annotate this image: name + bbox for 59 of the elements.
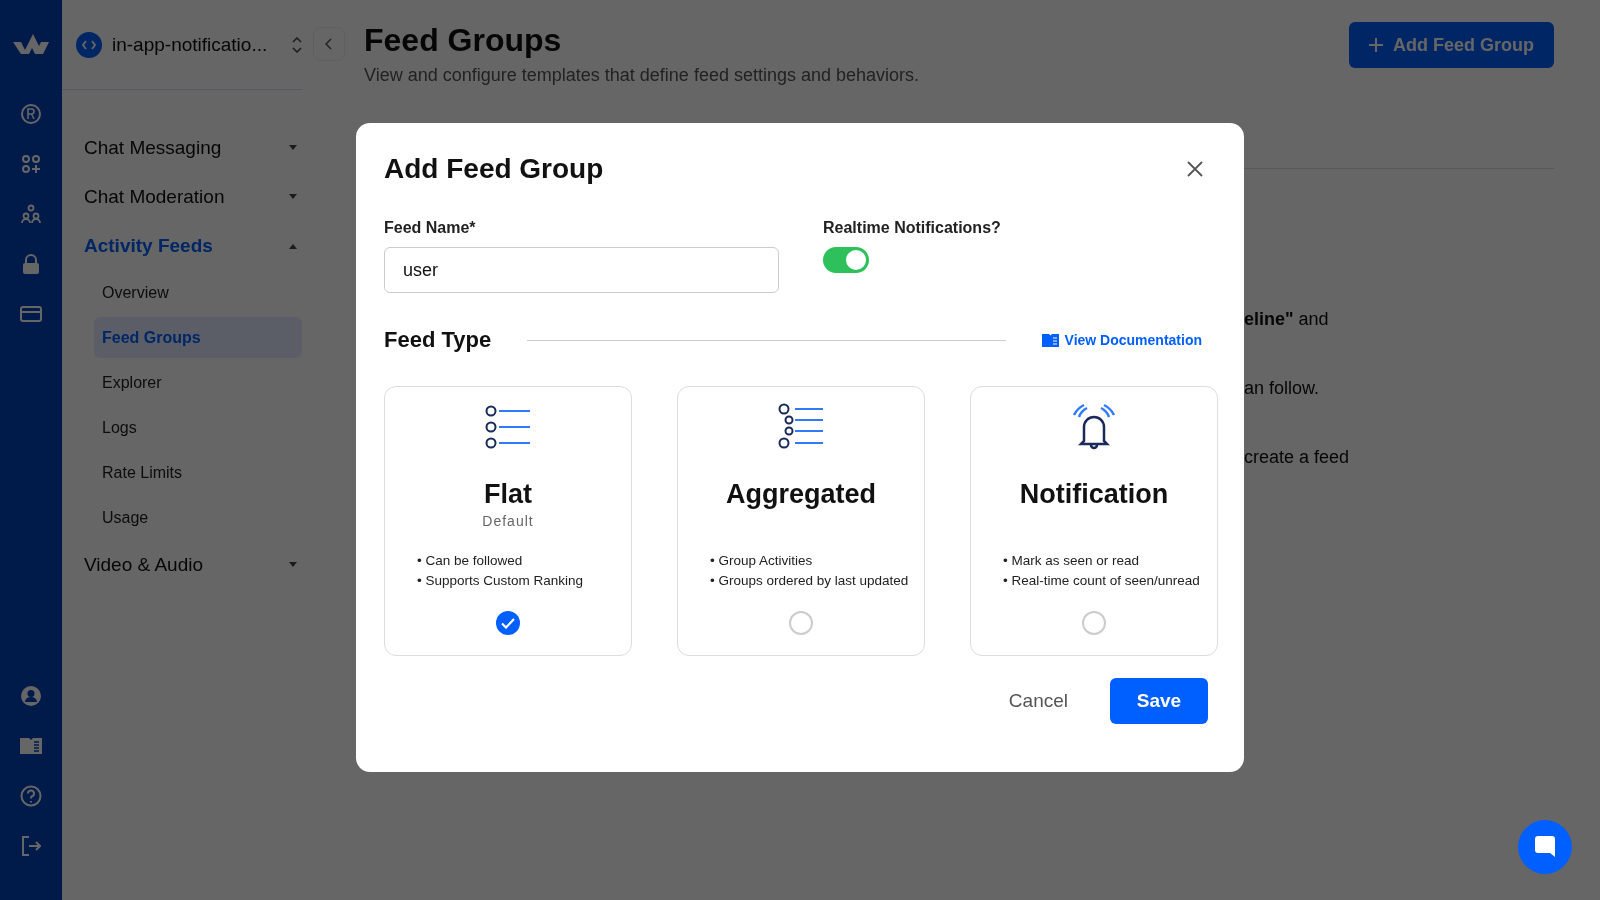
field-label: Feed Name* — [384, 219, 477, 237]
plus-icon — [1369, 38, 1383, 52]
nav-group[interactable]: Chat Moderation — [84, 172, 302, 221]
card-title: Notification — [1019, 479, 1169, 510]
book-icon — [1041, 333, 1059, 347]
field-label: Realtime Notifications? — [823, 219, 1002, 237]
feed-type-card[interactable]: Notification • Mark as seen or read • Real-time count of seen/unread — [970, 386, 1218, 656]
feature-item: • Group Activities — [710, 552, 813, 570]
nav-group[interactable]: Video & Audio — [84, 540, 302, 589]
card-subtitle: Default — [482, 513, 534, 531]
radio-button[interactable] — [1082, 611, 1106, 635]
caret-icon — [288, 561, 298, 568]
nav-item[interactable]: Explorer — [94, 362, 302, 403]
card-title: Flat — [484, 479, 532, 510]
list-icon — [777, 403, 825, 451]
feature-item: • Mark as seen or read — [1003, 552, 1140, 570]
radio-button[interactable] — [496, 611, 520, 635]
card-title: Aggregated — [726, 479, 876, 510]
nav-item[interactable]: Usage — [94, 497, 302, 538]
feature-item: • Supports Custom Ranking — [417, 572, 584, 590]
nav-group[interactable]: Chat Messaging — [84, 123, 302, 172]
check-icon — [501, 617, 515, 629]
nav-group[interactable]: Activity Feeds — [84, 221, 302, 270]
collapse-sidebar-button[interactable] — [313, 27, 345, 61]
caret-icon — [288, 193, 298, 200]
nav-item[interactable]: Logs — [94, 407, 302, 448]
radio-button[interactable] — [789, 611, 813, 635]
page-subtitle: View and configure templates that define feed settings and behaviors. — [364, 65, 920, 86]
caret-icon — [288, 242, 298, 249]
chat-bubble-icon — [1532, 834, 1558, 860]
cancel-button[interactable]: Cancel — [1002, 678, 1074, 724]
feature-item: • Real-time count of seen/unread — [1003, 572, 1200, 590]
description-text: eline" and — [1244, 309, 1330, 330]
app-selector[interactable]: in-app-notificatio... — [62, 0, 302, 90]
chat-button[interactable] — [1518, 820, 1572, 874]
feed-type-card[interactable]: Aggregated • Group Activities • Groups ordered by last updated — [677, 386, 925, 656]
nav-item[interactable]: Feed Groups — [94, 317, 302, 358]
feed-name-input[interactable]: user — [384, 247, 779, 293]
add-feed-group-button[interactable]: Add Feed Group — [1349, 22, 1554, 68]
save-button[interactable]: Save — [1110, 678, 1208, 724]
chevron-up-down-icon — [292, 36, 302, 53]
feature-item: • Groups ordered by last updated — [710, 572, 909, 590]
logo-icon — [13, 34, 49, 54]
dialog-title: Add Feed Group — [384, 153, 604, 185]
nav-item[interactable]: Rate Limits — [94, 452, 302, 493]
page-title: Feed Groups — [364, 22, 563, 59]
caret-icon — [288, 144, 298, 151]
view-documentation-link[interactable]: View Documentation — [1041, 332, 1202, 348]
code-icon — [76, 31, 102, 58]
nav-item[interactable]: Overview — [94, 272, 302, 313]
description-text: an follow. — [1244, 378, 1321, 399]
section-title: Feed Type — [384, 327, 492, 353]
feed-type-card[interactable]: Flat Default • Can be followed • Supports Custom Ranking — [384, 386, 632, 656]
description-text: create a feed — [1244, 447, 1351, 468]
bell-icon — [1070, 403, 1118, 451]
list-icon — [484, 403, 532, 451]
feature-item: • Can be followed — [417, 552, 523, 570]
chevron-left-icon — [325, 38, 333, 50]
realtime-toggle[interactable] — [823, 247, 869, 273]
